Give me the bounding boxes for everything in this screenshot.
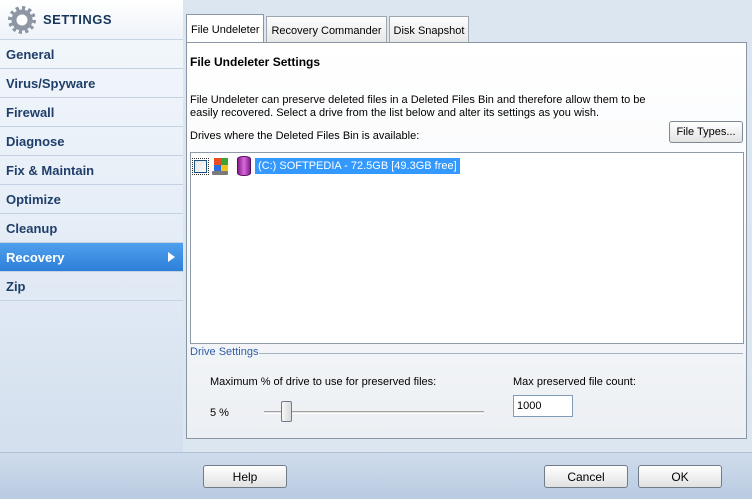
- settings-panel: File Undeleter Settings File Undeleter c…: [186, 42, 747, 439]
- drives-label: Drives where the Deleted Files Bin is av…: [190, 130, 420, 142]
- sidebar-item-cleanup[interactable]: Cleanup: [0, 214, 183, 243]
- sidebar-header: SETTINGS: [0, 0, 183, 40]
- file-types-button[interactable]: File Types...: [669, 121, 743, 143]
- percent-value: 5 %: [210, 407, 229, 419]
- tab-file-undeleter[interactable]: File Undeleter: [186, 14, 265, 44]
- gear-icon: [8, 5, 36, 34]
- sidebar-item-zip[interactable]: Zip: [0, 272, 183, 301]
- settings-title: SETTINGS: [43, 12, 113, 27]
- main-content: File Undeleter Recovery Commander Disk S…: [183, 0, 752, 452]
- sidebar-item-recovery[interactable]: Recovery: [0, 243, 183, 272]
- tab-bar: File Undeleter Recovery Commander Disk S…: [186, 14, 471, 44]
- ok-button[interactable]: OK: [638, 465, 722, 488]
- max-percent-label: Maximum % of drive to use for preserved …: [210, 376, 437, 388]
- panel-title: File Undeleter Settings: [190, 55, 321, 69]
- windows-drive-icon: [211, 157, 229, 175]
- drive-checkbox[interactable]: [192, 157, 209, 175]
- sidebar-item-general[interactable]: General: [0, 40, 183, 69]
- tab-recovery-commander[interactable]: Recovery Commander: [266, 16, 387, 44]
- panel-description: File Undeleter can preserve deleted file…: [190, 94, 646, 119]
- drive-settings-legend: Drive Settings: [190, 346, 259, 358]
- cancel-button[interactable]: Cancel: [544, 465, 628, 488]
- sidebar-item-virus-spyware[interactable]: Virus/Spyware: [0, 69, 183, 98]
- help-button[interactable]: Help: [203, 465, 287, 488]
- drive-list[interactable]: (C:) SOFTPEDIA - 72.5GB [49.3GB free]: [190, 152, 744, 344]
- percent-slider-thumb[interactable]: [280, 401, 292, 422]
- percent-slider-track[interactable]: [264, 411, 484, 414]
- disk-icon: [237, 156, 251, 176]
- drive-settings-divider: [259, 353, 743, 354]
- max-count-input[interactable]: [513, 395, 573, 417]
- tab-disk-snapshot[interactable]: Disk Snapshot: [388, 16, 470, 44]
- sidebar-item-firewall[interactable]: Firewall: [0, 98, 183, 127]
- drive-label[interactable]: (C:) SOFTPEDIA - 72.5GB [49.3GB free]: [255, 158, 460, 174]
- sidebar-item-optimize[interactable]: Optimize: [0, 185, 183, 214]
- max-count-label: Max preserved file count:: [513, 376, 636, 388]
- drive-row[interactable]: (C:) SOFTPEDIA - 72.5GB [49.3GB free]: [192, 156, 460, 176]
- footer-bar: Help Cancel OK: [0, 452, 752, 499]
- sidebar-item-diagnose[interactable]: Diagnose: [0, 127, 183, 156]
- sidebar-item-fix-maintain[interactable]: Fix & Maintain: [0, 156, 183, 185]
- sidebar: SETTINGS General Virus/Spyware Firewall …: [0, 0, 183, 452]
